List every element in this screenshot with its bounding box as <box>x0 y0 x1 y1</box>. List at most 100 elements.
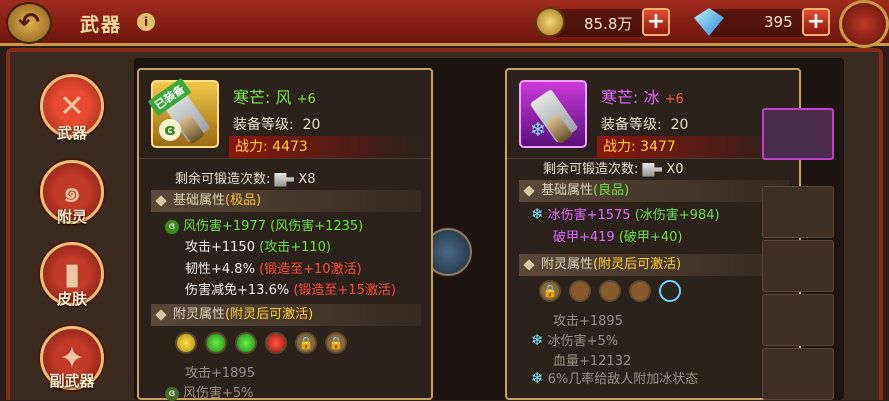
lock-icon: 🔒 <box>298 336 314 350</box>
gem-slot-selected[interactable] <box>659 280 681 302</box>
spirit-stat: ❄ 6%几率给敌人附加冰状态 <box>531 368 698 387</box>
spirit-stat: ❄ 冰伤害+5% <box>531 330 618 349</box>
base-quality: (极品) <box>225 193 262 208</box>
stat-text: 风伤害+1977 <box>183 219 266 234</box>
forge-count: X0 <box>666 162 684 177</box>
level-row: 装备等级: 20 <box>601 114 688 134</box>
weapon-icon-frame[interactable]: ❄ <box>519 80 587 148</box>
gem-slot-red[interactable] <box>265 332 287 354</box>
stat-extra: (锻造至+15激活) <box>293 283 396 298</box>
spirit-stat: 攻击+1895 <box>553 314 623 329</box>
nav-weapon-label: 武器 <box>56 124 87 142</box>
gem-slot-empty[interactable] <box>599 280 621 302</box>
stat-text: 冰伤害+1575 <box>547 208 631 223</box>
info-icon[interactable]: i <box>137 13 155 31</box>
level-row: 装备等级: 20 <box>233 114 320 134</box>
lock-icon: 🔒 <box>542 284 558 298</box>
weapon-list-item[interactable] <box>762 294 834 346</box>
weapon-list-item[interactable] <box>762 348 834 400</box>
power-row: 战力: 3477 <box>597 136 787 158</box>
stat-extra: (攻击+110) <box>259 240 331 255</box>
stat-row: 韧性+4.8% (锻造至+10激活) <box>185 258 362 277</box>
stat-text: 破甲+419 <box>553 230 615 245</box>
gem-slot-yellow[interactable] <box>175 332 197 354</box>
menu-button[interactable] <box>839 0 889 48</box>
gold-coin-icon <box>535 7 565 37</box>
locked-slot[interactable]: 🔒 <box>539 280 561 302</box>
crossed-swords-icon: ✕ <box>59 88 85 124</box>
spirit-attr-header: 附灵属性(附灵后可激活) <box>519 254 789 276</box>
forge-label: 剩余可锻造次数: <box>543 162 639 177</box>
nav-spirit-label: 附灵 <box>56 208 87 226</box>
spirit-attr-header: 附灵属性(附灵后可激活) <box>151 304 421 326</box>
spirit-stat-text: 6%几率给敌人附加冰状态 <box>547 372 699 387</box>
add-gold-button[interactable]: + <box>642 8 670 36</box>
locked-slot[interactable]: 🔒 <box>295 332 317 354</box>
gem-slot-empty[interactable] <box>569 280 591 302</box>
stat-extra: (冰伤害+984) <box>634 208 720 223</box>
spirit-note: (附灵后可激活) <box>593 257 682 272</box>
weapon-plus: +6 <box>664 92 684 107</box>
spirit-attr-label: 附灵属性 <box>173 307 226 322</box>
stat-row: 伤害减免+13.6% (锻造至+15激活) <box>185 279 396 298</box>
spirit-stat: 血量+12132 <box>553 354 632 369</box>
level-value: 20 <box>302 117 321 133</box>
snowflake-icon: ❄ <box>531 205 544 223</box>
gem-slot-green[interactable] <box>235 332 257 354</box>
nav-subweapon-label: 副武器 <box>49 372 95 390</box>
level-label: 装备等级: <box>233 117 294 133</box>
weapon-list-item[interactable] <box>762 240 834 292</box>
weapon-name-text: 寒芒: 冰 <box>601 88 660 107</box>
stat-extra: (风伤害+1235) <box>270 219 364 234</box>
diamond-bullet-icon <box>523 259 535 271</box>
gem-amount: 395 <box>764 13 793 31</box>
spirit-stat-text: 冰伤害+5% <box>547 334 619 349</box>
power-row: 战力: 4473 <box>229 136 419 158</box>
diamond-bullet-icon <box>155 195 167 207</box>
page-title: 武器 <box>80 14 123 36</box>
stat-row: ❄ 冰伤害+1575 (冰伤害+984) <box>531 204 720 223</box>
stat-row: ɞ 风伤害+1977 (风伤害+1235) <box>165 215 363 234</box>
hammer-icon <box>274 172 295 187</box>
forge-count: X8 <box>298 172 316 187</box>
weapon-name-text: 寒芒: 风 <box>233 88 292 107</box>
stat-extra: (破甲+40) <box>618 230 683 245</box>
gem-slot-green[interactable] <box>205 332 227 354</box>
back-button[interactable]: ↶ <box>6 2 52 44</box>
add-gem-button[interactable]: + <box>802 8 830 36</box>
stat-row: 破甲+419 (破甲+40) <box>553 226 682 245</box>
wind-icon: ɞ <box>165 386 179 401</box>
weapon-list-item[interactable] <box>762 108 834 160</box>
power-value: 3477 <box>640 139 676 155</box>
base-attr-header: 基础属性(良品) <box>519 180 789 202</box>
hammer-icon <box>642 162 663 177</box>
ice-element-icon: ❄ <box>530 119 546 141</box>
gem-slots: 🔒 🔒 <box>175 332 375 356</box>
stat-row: 攻击+1150 (攻击+110) <box>185 236 331 255</box>
back-arrow-icon: ↶ <box>18 8 40 38</box>
stat-text: 韧性+4.8% <box>185 262 255 277</box>
gold-amount: 85.8万 <box>584 15 633 33</box>
diamond-bullet-icon <box>155 309 167 321</box>
spirit-attr-label: 附灵属性 <box>541 257 594 272</box>
forge-row: 剩余可锻造次数: X0 <box>543 158 684 177</box>
weapon-list-item[interactable] <box>762 186 834 238</box>
spirit-stat-text: 风伤害+5% <box>183 386 254 401</box>
weapon-name: 寒芒: 冰 +6 <box>601 84 684 108</box>
stat-text: 伤害减免+13.6% <box>185 283 290 298</box>
divider <box>139 158 431 159</box>
gem-slot-empty[interactable] <box>629 280 651 302</box>
power-label: 战力: <box>603 139 636 155</box>
weapon-list <box>762 108 834 400</box>
base-attr-header: 基础属性(极品) <box>151 190 421 212</box>
stat-extra: (锻造至+10激活) <box>259 262 362 277</box>
spirit-note: (附灵后可激活) <box>225 307 314 322</box>
snowflake-icon: ❄ <box>531 369 544 387</box>
nav-skin-label: 皮肤 <box>56 290 87 308</box>
base-attr-label: 基础属性 <box>541 183 594 198</box>
locked-slot[interactable]: 🔒 <box>325 332 347 354</box>
diamond-bullet-icon <box>523 185 535 197</box>
weapon-icon-frame[interactable]: 已装备 ɞ <box>147 77 219 148</box>
compare-weapon-panel: ❄ 寒芒: 冰 +6 装备等级: 20 战力: 3477 剩余可锻造次数: X0 … <box>505 68 801 400</box>
level-label: 装备等级: <box>601 117 662 133</box>
